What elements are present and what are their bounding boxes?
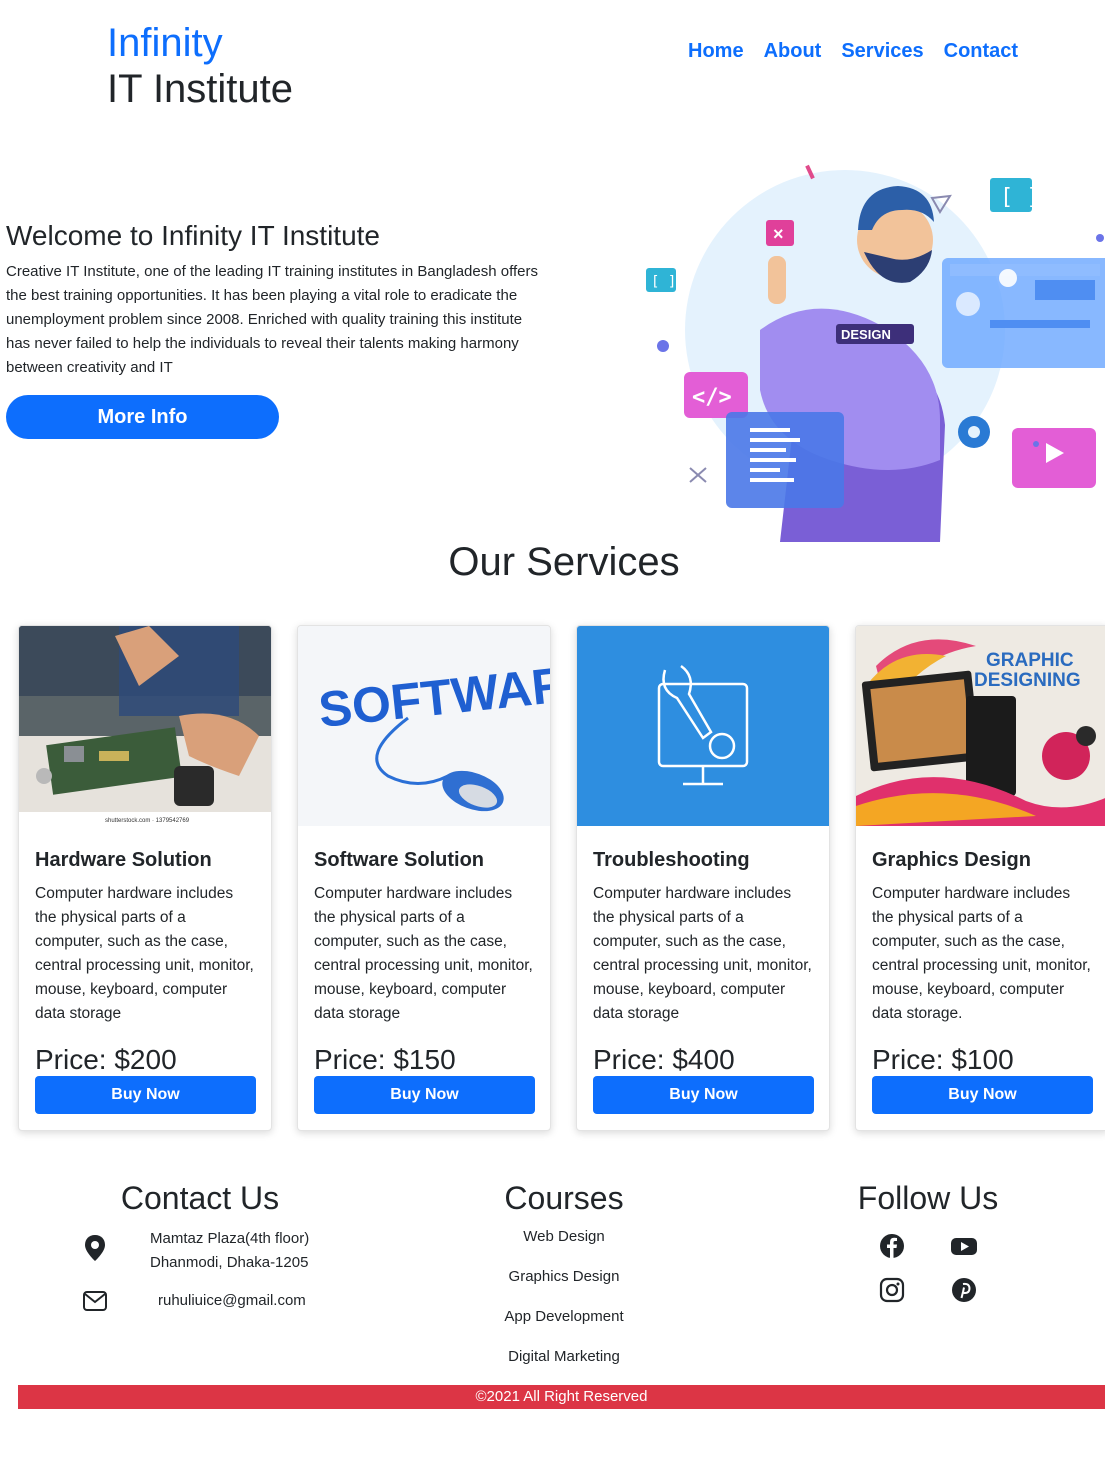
card-price: Price: $400 bbox=[593, 1044, 735, 1075]
courses-section: Courses Web Design Graphics Design App D… bbox=[470, 1180, 658, 1385]
contact-title: Contact Us bbox=[120, 1180, 280, 1216]
svg-text:</>: </> bbox=[692, 385, 732, 410]
graphics-image: GRAPHIC DESIGNING bbox=[856, 626, 1105, 826]
software-image: SOFTWARE bbox=[298, 626, 550, 826]
card-price: Price: $200 bbox=[35, 1044, 177, 1075]
nav-home[interactable]: Home bbox=[688, 40, 744, 63]
svg-text:[ ]: [ ] bbox=[651, 274, 676, 290]
email-text[interactable]: ruhuliuice@gmail.com bbox=[120, 1289, 306, 1313]
address-line-2: Dhanmodi, Dhaka-1205 bbox=[150, 1254, 309, 1271]
card-title: Software Solution bbox=[314, 849, 484, 871]
course-graphics-design[interactable]: Graphics Design bbox=[470, 1265, 658, 1305]
card-text: Computer hardware includes the physical … bbox=[593, 885, 812, 1022]
main-nav: Home About Services Contact bbox=[688, 40, 1018, 63]
card-text: Computer hardware includes the physical … bbox=[314, 885, 533, 1022]
hardware-image: shutterstock.com · 1379542769 bbox=[19, 626, 271, 826]
card-title: Troubleshooting bbox=[593, 849, 750, 871]
nav-services[interactable]: Services bbox=[841, 40, 923, 63]
service-card-software: SOFTWARE Software Solution Computer hard… bbox=[297, 625, 551, 1131]
card-price: Price: $150 bbox=[314, 1044, 456, 1075]
hero-title: Welcome to Infinity IT Institute bbox=[6, 220, 381, 251]
svg-text:DESIGN: DESIGN bbox=[841, 327, 891, 342]
svg-text:DESIGNING: DESIGNING bbox=[974, 670, 1081, 691]
email-row: ruhuliuice@gmail.com bbox=[70, 1289, 330, 1313]
more-info-button[interactable]: More Info bbox=[6, 395, 279, 439]
svg-text:[ ]: [ ] bbox=[1000, 185, 1040, 210]
service-card-graphics: GRAPHIC DESIGNING Graphics Design Comput… bbox=[855, 625, 1105, 1131]
services-title: Our Services bbox=[448, 540, 680, 584]
youtube-icon[interactable] bbox=[951, 1233, 977, 1259]
service-card-hardware: shutterstock.com · 1379542769 Hardware S… bbox=[18, 625, 272, 1131]
buy-now-button[interactable]: Buy Now bbox=[35, 1076, 256, 1114]
course-digital-marketing[interactable]: Digital Marketing bbox=[470, 1345, 658, 1385]
svg-text:×: × bbox=[773, 224, 784, 244]
card-title: Graphics Design bbox=[872, 849, 1031, 871]
hero-section: Welcome to Infinity IT Institute Creativ… bbox=[6, 220, 546, 380]
follow-section: Follow Us bbox=[830, 1180, 1026, 1303]
brand-line-1: Infinity bbox=[107, 21, 223, 65]
address-row: Mamtaz Plaza(4th floor) Dhanmodi, Dhaka-… bbox=[70, 1227, 330, 1275]
instagram-icon[interactable] bbox=[879, 1277, 905, 1303]
buy-now-button[interactable]: Buy Now bbox=[314, 1076, 535, 1114]
card-price: Price: $100 bbox=[872, 1044, 1014, 1075]
card-text: Computer hardware includes the physical … bbox=[35, 885, 254, 1022]
svg-text:GRAPHIC: GRAPHIC bbox=[986, 650, 1074, 671]
nav-about[interactable]: About bbox=[764, 40, 822, 63]
copyright-bar: ©2021 All Right Reserved bbox=[18, 1385, 1105, 1409]
pinterest-icon[interactable] bbox=[951, 1277, 977, 1303]
service-card-troubleshooting: Troubleshooting Computer hardware includ… bbox=[576, 625, 830, 1131]
contact-section: Contact Us Mamtaz Plaza(4th floor) Dhanm… bbox=[70, 1180, 330, 1313]
hero-illustration: [ ] [ ] DESIGN × </> bbox=[646, 164, 1105, 542]
brand-logo[interactable]: Infinity IT Institute bbox=[107, 20, 293, 112]
course-web-design[interactable]: Web Design bbox=[470, 1225, 658, 1265]
service-cards: shutterstock.com · 1379542769 Hardware S… bbox=[18, 625, 1105, 1131]
course-app-development[interactable]: App Development bbox=[470, 1305, 658, 1345]
buy-now-button[interactable]: Buy Now bbox=[593, 1076, 814, 1114]
svg-text:shutterstock.com · 1379542769: shutterstock.com · 1379542769 bbox=[105, 818, 190, 824]
card-text: Computer hardware includes the physical … bbox=[872, 885, 1091, 1022]
nav-contact[interactable]: Contact bbox=[944, 40, 1018, 63]
facebook-icon[interactable] bbox=[879, 1233, 905, 1259]
follow-title: Follow Us bbox=[857, 1180, 999, 1216]
envelope-icon bbox=[70, 1289, 120, 1311]
card-title: Hardware Solution bbox=[35, 849, 212, 871]
location-icon bbox=[70, 1227, 120, 1261]
troubleshooting-image bbox=[577, 626, 829, 826]
brand-line-2: IT Institute bbox=[107, 67, 294, 111]
courses-title: Courses bbox=[504, 1180, 624, 1216]
address-line-1: Mamtaz Plaza(4th floor) bbox=[150, 1230, 310, 1247]
hero-description: Creative IT Institute, one of the leadin… bbox=[6, 263, 538, 376]
buy-now-button[interactable]: Buy Now bbox=[872, 1076, 1093, 1114]
address-text: Mamtaz Plaza(4th floor) Dhanmodi, Dhaka-… bbox=[120, 1227, 309, 1275]
